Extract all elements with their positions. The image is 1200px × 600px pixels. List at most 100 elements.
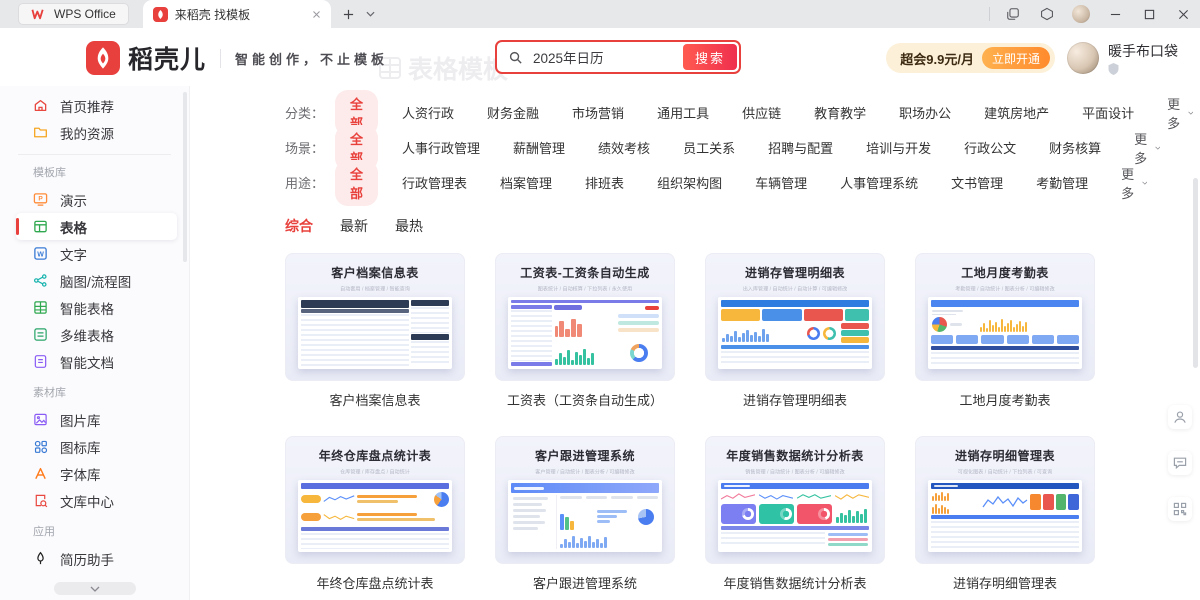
template-thumbnail[interactable]: 客户档案信息表 自动套用 / 档案管理 / 智能查询 <box>285 253 465 381</box>
filter-option-all[interactable]: 全部 <box>335 160 378 206</box>
feedback-chat-icon[interactable] <box>1168 451 1192 475</box>
new-tab-button[interactable] <box>343 9 354 20</box>
user-avatar[interactable] <box>1067 42 1099 74</box>
template-card[interactable]: 年终仓库盘点统计表 仓库管理 / 库存盘点 / 自动统计 <box>285 436 465 592</box>
docer-logo-icon[interactable] <box>86 41 120 75</box>
search-icon <box>508 50 523 65</box>
sidebar-item-doc-center[interactable]: 文库中心 <box>16 487 177 514</box>
sidebar-item-presentation[interactable]: P 演示 <box>16 186 177 213</box>
sort-tab-comprehensive[interactable]: 综合 <box>285 216 313 236</box>
search-bar[interactable]: 搜索 <box>495 40 741 74</box>
template-card[interactable]: 工地月度考勤表 考勤管理 / 自动统计 / 图表分析 / 可编辑修改 <box>915 253 1095 409</box>
filter-option[interactable]: 财务核算 <box>1049 138 1101 157</box>
minimize-button[interactable] <box>1098 0 1132 28</box>
docer-logo-text[interactable]: 稻壳儿 <box>128 40 206 76</box>
filter-more-button[interactable]: 更多 <box>1121 164 1147 202</box>
qr-code-icon[interactable] <box>1168 497 1192 521</box>
docer-tab[interactable]: 来稻壳 找模板 <box>143 0 331 28</box>
filter-row-scene: 场景： 全部 人事行政管理 薪酬管理 绩效考核 员工关系 招聘与配置 培训与开发… <box>285 130 1080 165</box>
template-thumbnail[interactable]: 工地月度考勤表 考勤管理 / 自动统计 / 图表分析 / 可编辑修改 <box>915 253 1095 381</box>
template-card[interactable]: 进销存明细管理表 可视化图表 / 自动统计 / 下拉列表 / 可查询 <box>915 436 1095 592</box>
filter-option[interactable]: 薪酬管理 <box>513 138 565 157</box>
filter-option[interactable]: 通用工具 <box>657 103 709 122</box>
sidebar-item-writer[interactable]: W 文字 <box>16 240 177 267</box>
sidebar-item-mindmap-flowchart[interactable]: 脑图/流程图 <box>16 267 177 294</box>
membership-promo[interactable]: 超会9.9元/月 立即开通 <box>886 43 1055 73</box>
sidebar-item-resume-assistant[interactable]: 简历助手 <box>16 545 177 572</box>
sidebar-item-sheets[interactable]: 表格 <box>16 213 177 240</box>
wps-home-tab[interactable]: WPS Office <box>18 3 129 25</box>
filter-option[interactable]: 人事行政管理 <box>402 138 480 157</box>
sidebar-item-smart-doc[interactable]: 智能文档 <box>16 348 177 375</box>
filter-option[interactable]: 平面设计 <box>1082 103 1134 122</box>
thumbnail-preview <box>718 297 872 369</box>
filter-option[interactable]: 建筑房地产 <box>984 103 1049 122</box>
filter-option[interactable]: 员工关系 <box>683 138 735 157</box>
template-thumbnail[interactable]: 进销存管理明细表 出入库管理 / 自动统计 / 自动计算 / 可编辑修改 <box>705 253 885 381</box>
filter-option[interactable]: 绩效考核 <box>598 138 650 157</box>
template-thumbnail[interactable]: 进销存明细管理表 可视化图表 / 自动统计 / 下拉列表 / 可查询 <box>915 436 1095 564</box>
template-thumbnail[interactable]: 工资表-工资条自动生成 图表统计 / 自动核算 / 下拉列表 / 永久使用 <box>495 253 675 381</box>
template-thumbnail[interactable]: 年终仓库盘点统计表 仓库管理 / 库存盘点 / 自动统计 <box>285 436 465 564</box>
open-membership-button[interactable]: 立即开通 <box>982 47 1050 69</box>
filter-option[interactable]: 档案管理 <box>500 173 552 192</box>
sidebar-item-image-library[interactable]: 图片库 <box>16 406 177 433</box>
filter-row-usage: 用途： 全部 行政管理表 档案管理 排班表 组织架构图 车辆管理 人事管理系统 … <box>285 165 1080 200</box>
sidebar-scrollbar[interactable] <box>183 92 187 262</box>
close-tab-icon[interactable] <box>312 10 321 19</box>
filter-option[interactable]: 财务金融 <box>487 103 539 122</box>
maximize-button[interactable] <box>1132 0 1166 28</box>
filter-label: 用途： <box>285 173 335 192</box>
search-input[interactable] <box>531 49 683 66</box>
main-scrollbar[interactable] <box>1193 178 1198 368</box>
docer-tab-icon <box>153 7 168 22</box>
filter-option[interactable]: 培训与开发 <box>866 138 931 157</box>
filter-option[interactable]: 车辆管理 <box>755 173 807 192</box>
search-button[interactable]: 搜索 <box>683 44 737 70</box>
filter-option[interactable]: 文书管理 <box>951 173 1003 192</box>
username: 暖手布口袋 <box>1108 41 1178 61</box>
filter-option[interactable]: 招聘与配置 <box>768 138 833 157</box>
template-card[interactable]: 客户跟进管理系统 客户管理 / 自动统计 / 图表分析 / 可编辑修改 <box>495 436 675 592</box>
filter-option[interactable]: 供应链 <box>742 103 781 122</box>
filter-option[interactable]: 人资行政 <box>402 103 454 122</box>
sidebar-expand-button[interactable] <box>54 582 136 595</box>
app-box-icon[interactable] <box>1030 0 1064 28</box>
sidebar-item-multidim-sheet[interactable]: 多维表格 <box>16 321 177 348</box>
filter-option[interactable]: 组织架构图 <box>657 173 722 192</box>
multi-window-icon[interactable] <box>996 0 1030 28</box>
filter-option[interactable]: 市场营销 <box>572 103 624 122</box>
template-card[interactable]: 工资表-工资条自动生成 图表统计 / 自动核算 / 下拉列表 / 永久使用 <box>495 253 675 409</box>
template-card[interactable]: 客户档案信息表 自动套用 / 档案管理 / 智能查询 <box>285 253 465 409</box>
filter-option[interactable]: 排班表 <box>585 173 624 192</box>
template-thumbnail[interactable]: 年度销售数据统计分析表 销售管理 / 自动统计 / 图表分析 / 可编辑修改 <box>705 436 885 564</box>
sidebar-item-font-library[interactable]: 字体库 <box>16 460 177 487</box>
filter-more-button[interactable]: 更多 <box>1167 94 1193 132</box>
filter-option[interactable]: 行政管理表 <box>402 173 467 192</box>
filter-option[interactable]: 人事管理系统 <box>840 173 918 192</box>
filter-option[interactable]: 职场办公 <box>899 103 951 122</box>
sidebar-item-my-resources[interactable]: 我的资源 <box>16 119 177 146</box>
filter-option[interactable]: 考勤管理 <box>1036 173 1088 192</box>
titlebar-avatar[interactable] <box>1064 0 1098 28</box>
close-window-button[interactable] <box>1166 0 1200 28</box>
template-thumbnail[interactable]: 客户跟进管理系统 客户管理 / 自动统计 / 图表分析 / 可编辑修改 <box>495 436 675 564</box>
sidebar-item-home-recommend[interactable]: 首页推荐 <box>16 92 177 119</box>
sidebar-item-smart-sheet[interactable]: 智能表格 <box>16 294 177 321</box>
tab-list-chevron-icon[interactable] <box>366 11 375 17</box>
sort-tab-newest[interactable]: 最新 <box>340 216 368 236</box>
template-card[interactable]: 年度销售数据统计分析表 销售管理 / 自动统计 / 图表分析 / 可编辑修改 <box>705 436 885 592</box>
filter-option[interactable]: 教育教学 <box>814 103 866 122</box>
sidebar-item-icon-library[interactable]: 图标库 <box>16 433 177 460</box>
promo-text: 超会9.9元/月 <box>900 49 974 68</box>
filter-option[interactable]: 行政公文 <box>964 138 1016 157</box>
titlebar-divider <box>989 7 990 21</box>
sort-tab-hottest[interactable]: 最热 <box>395 216 423 236</box>
template-title: 客户档案信息表 <box>285 390 465 409</box>
filter-more-button[interactable]: 更多 <box>1134 129 1160 167</box>
thumbnail-preview <box>718 480 872 552</box>
wps-logo-icon <box>31 8 48 20</box>
template-card[interactable]: 进销存管理明细表 出入库管理 / 自动统计 / 自动计算 / 可编辑修改 <box>705 253 885 409</box>
contact-user-icon[interactable] <box>1168 405 1192 429</box>
filter-row-category: 分类： 全部 人资行政 财务金融 市场营销 通用工具 供应链 教育教学 职场办公… <box>285 95 1080 130</box>
